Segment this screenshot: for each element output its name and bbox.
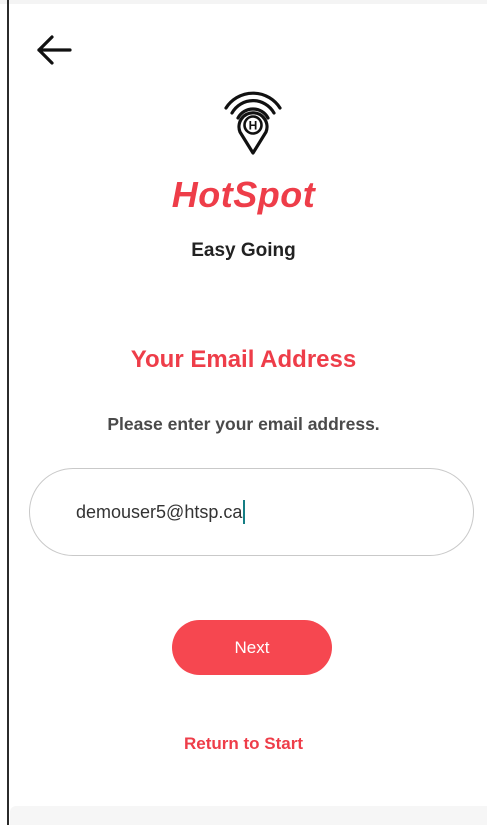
brand-name: HotSpot [171,174,316,215]
return-to-start-label: Return to Start [184,734,303,753]
return-to-start-link[interactable]: Return to Start [0,734,487,754]
logo-letter: H [249,119,258,133]
email-field[interactable]: demouser5@htsp.ca [29,468,474,556]
arrow-left-icon [37,35,72,65]
hotspot-logo: H [222,80,284,155]
wifi-location-pin-icon: H [224,91,282,155]
next-button[interactable]: Next [172,620,332,675]
text-caret [243,500,246,524]
email-input-value: demouser5@htsp.ca [76,501,243,522]
left-window-edge [7,0,9,825]
bottom-bar [10,806,487,825]
top-status-strip [0,0,487,4]
back-button[interactable] [34,30,74,70]
page-title: Your Email Address [130,346,357,373]
instructions-text: Please enter your email address. [107,414,380,434]
brand-tagline: Easy Going [191,240,296,261]
next-button-label: Next [234,637,270,657]
app-screen: H HotSpot Easy Going Your Email Address … [0,0,487,825]
